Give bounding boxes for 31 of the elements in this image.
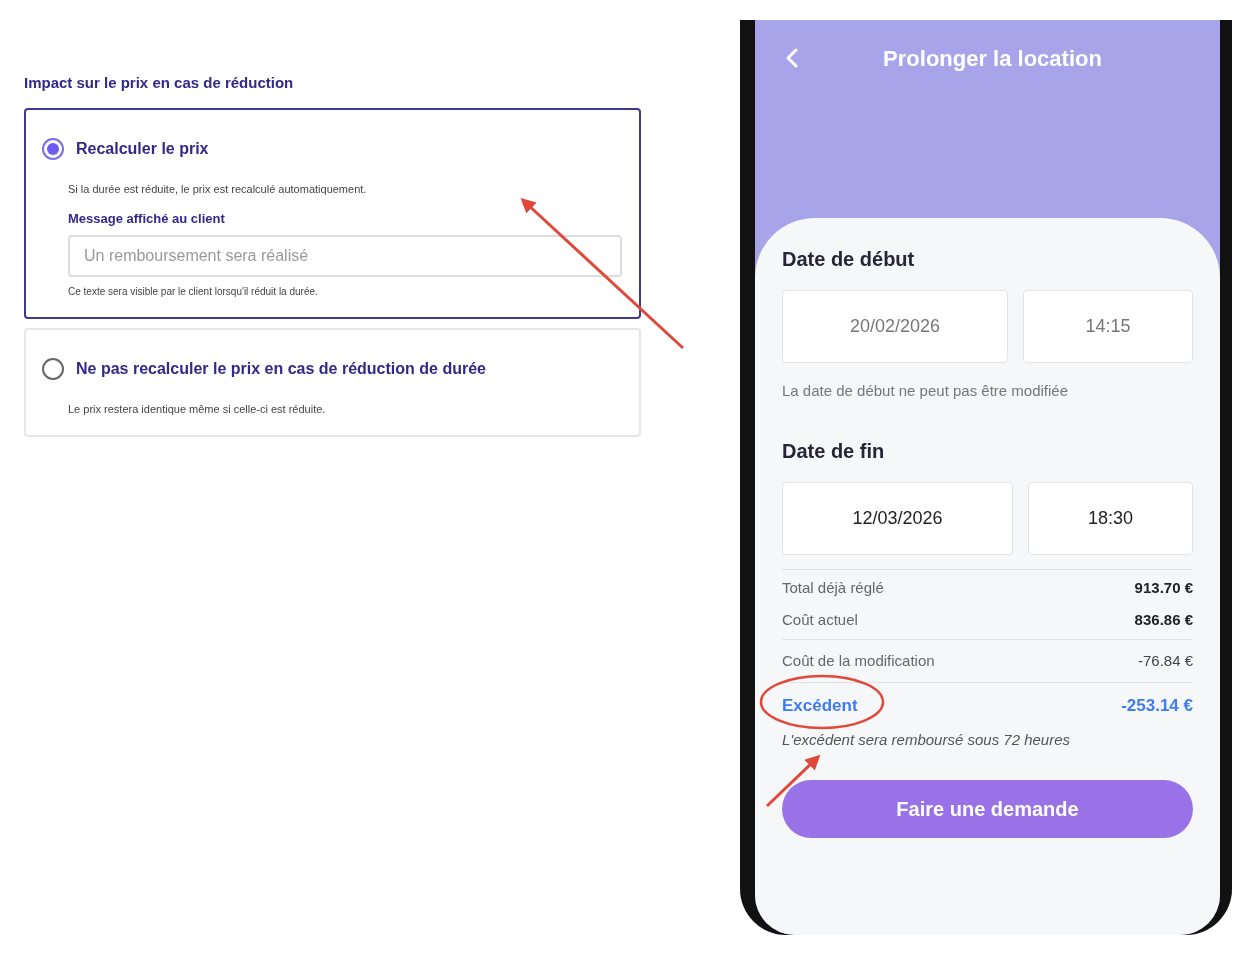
note-text: La date de début ne peut pas être modifiée [782,381,1070,401]
time-field: 14:15 [1023,290,1193,363]
option-description: Le prix restera identique même si celle-ci est réduite. [68,401,327,417]
time-field[interactable]: 18:30 [1028,481,1193,555]
summary-label: Coût actuel [782,610,858,630]
date-field[interactable]: 12/03/2026 [782,481,1013,555]
summary-label: Excédent [782,695,858,717]
summary-value: 836.86 € [1134,610,1193,630]
help-text: Ce texte sera visible par le client lorsqu'il réduit la durée. [68,284,319,299]
annotation-arrow [765,754,821,808]
section-heading: Date de fin [782,438,886,464]
field-label: Message affiché au client [68,210,226,228]
option-card[interactable]: Ne pas recalculer le prix en cas de réduction de durée Le prix restera identique même si celle-ci est réduite. [24,327,641,437]
screen-title: Prolonger la location [883,45,1102,73]
section-heading: Date de début [782,247,916,272]
option-card[interactable] [24,107,641,319]
summary-value: 913.70 € [1134,577,1193,598]
date-field: 20/02/2026 [782,290,1008,363]
submit-button[interactable]: Faire une demande [782,780,1193,838]
option-description: Si la durée est réduite, le prix est recalculé automatiquement. [68,181,368,197]
summary-label: Total déjà réglé [782,577,884,598]
message-field[interactable]: Un remboursement sera réalisé [68,234,622,277]
summary-value: -253.14 € [1121,695,1193,717]
refund-note: L'excédent sera remboursé sous 72 heures [782,729,1072,750]
summary-label: Coût de la modification [782,650,935,671]
option-label: Recalculer le prix [76,138,209,159]
radio-button[interactable] [42,137,64,160]
radio-button[interactable] [42,357,64,380]
summary-value: -76.84 € [1137,650,1193,671]
section-title: Impact sur le prix en cas de réduction [24,73,295,93]
option-label: Ne pas recalculer le prix en cas de réduction de durée [76,358,486,379]
